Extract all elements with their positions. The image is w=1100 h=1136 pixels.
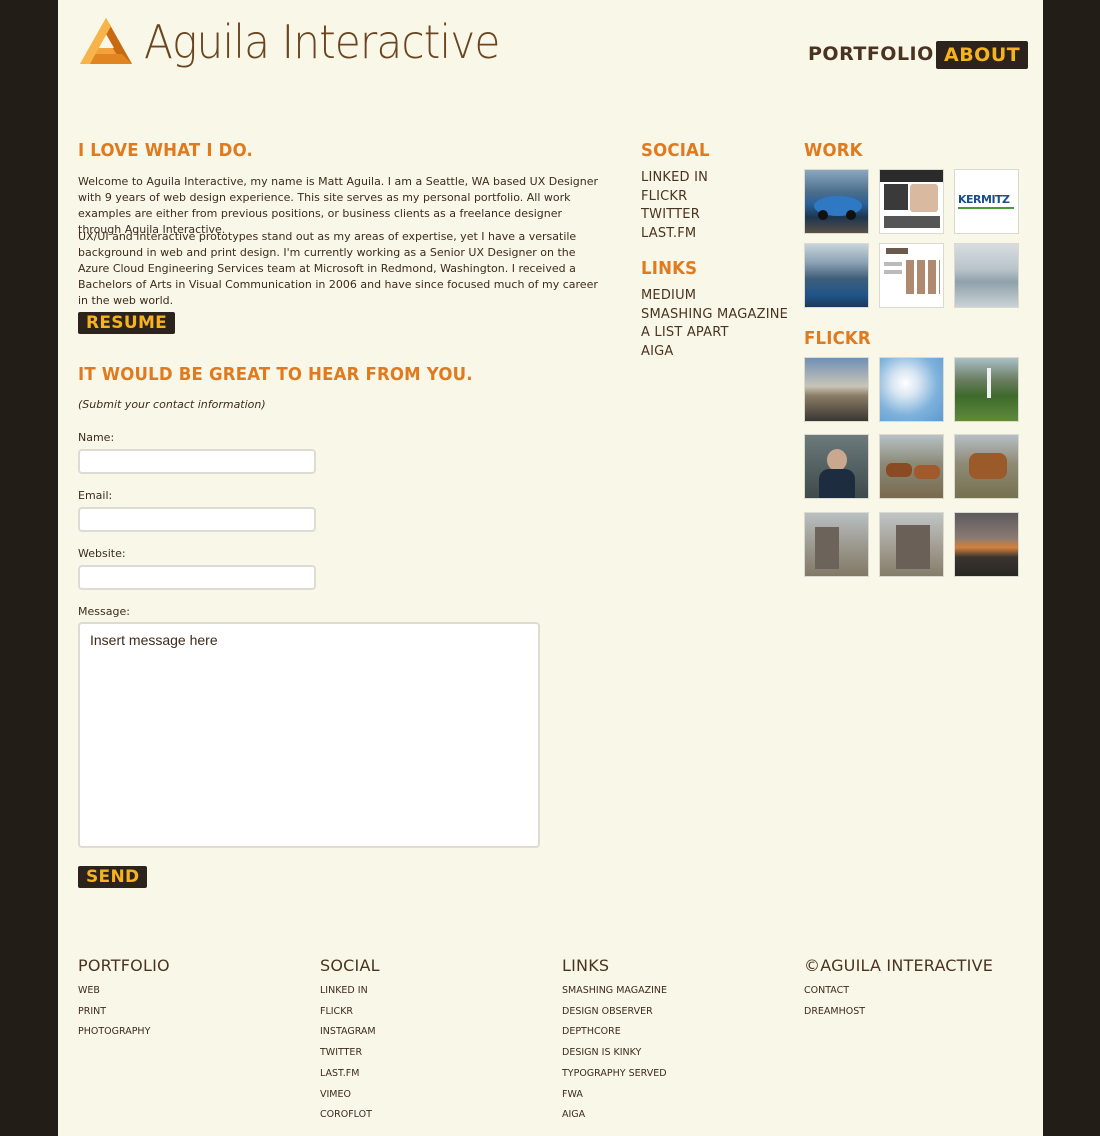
message-label: Message: <box>78 605 130 618</box>
link-smashing-magazine[interactable]: SMASHING MAGAZINE <box>641 306 788 325</box>
footer-social-list: LINKED IN FLICKR INSTAGRAM TWITTER LAST.… <box>320 981 376 1126</box>
logo[interactable]: Aguila Interactive <box>78 16 530 68</box>
footer-copyright-list: CONTACT DREAMHOST <box>804 981 865 1022</box>
footer-link-design-observer[interactable]: DESIGN OBSERVER <box>562 1002 667 1023</box>
work-thumb-kermitz[interactable]: KERMITZ <box>954 169 1019 234</box>
social-heading: SOCIAL <box>641 140 710 161</box>
link-medium[interactable]: MEDIUM <box>641 287 788 306</box>
name-field[interactable] <box>78 449 316 474</box>
flickr-heading: FLICKR <box>804 328 871 349</box>
footer-social-heading: SOCIAL <box>320 956 380 975</box>
name-label: Name: <box>78 431 115 444</box>
footer-link-smashing-magazine[interactable]: SMASHING MAGAZINE <box>562 981 667 1002</box>
message-textarea[interactable]: Insert message here <box>78 622 540 848</box>
social-link-flickr[interactable]: FLICKR <box>641 188 708 207</box>
footer-link-aiga[interactable]: AIGA <box>562 1105 667 1126</box>
social-link-linkedin[interactable]: LINKED IN <box>641 169 708 188</box>
footer-link-twitter[interactable]: TWITTER <box>320 1043 376 1064</box>
work-thumb-car[interactable] <box>804 169 869 234</box>
page: Aguila Interactive PORTFOLIO ABOUT I LOV… <box>58 0 1043 1136</box>
social-link-twitter[interactable]: TWITTER <box>641 206 708 225</box>
footer-portfolio-list: WEB PRINT PHOTOGRAPHY <box>78 981 150 1043</box>
links-list: MEDIUM SMASHING MAGAZINE A LIST APART AI… <box>641 287 788 361</box>
work-thumb-grid-site[interactable] <box>879 243 944 308</box>
aguila-logo-icon <box>80 18 132 64</box>
social-list: LINKED IN FLICKR TWITTER LAST.FM <box>641 169 708 243</box>
footer-portfolio-heading: PORTFOLIO <box>78 956 170 975</box>
footer-link-instagram[interactable]: INSTAGRAM <box>320 1022 376 1043</box>
footer-links-heading: LINKS <box>562 956 610 975</box>
flickr-thumb-horse[interactable] <box>954 434 1019 499</box>
work-thumb-glacier[interactable] <box>804 243 869 308</box>
nav-portfolio[interactable]: PORTFOLIO <box>808 43 934 65</box>
contact-heading: IT WOULD BE GREAT TO HEAR FROM YOU. <box>78 364 473 385</box>
nav-about[interactable]: ABOUT <box>936 41 1029 69</box>
send-button[interactable]: SEND <box>78 866 148 888</box>
footer-link-vimeo[interactable]: VIMEO <box>320 1085 376 1106</box>
email-field[interactable] <box>78 507 316 532</box>
link-a-list-apart[interactable]: A LIST APART <box>641 324 788 343</box>
website-field[interactable] <box>78 565 316 590</box>
flickr-thumb-sunset[interactable] <box>954 512 1019 577</box>
footer-link-coroflot[interactable]: COROFLOT <box>320 1105 376 1126</box>
resume-button[interactable]: RESUME <box>78 312 176 334</box>
work-thumb-iceberg[interactable] <box>954 243 1019 308</box>
footer-link-typography-served[interactable]: TYPOGRAPHY SERVED <box>562 1064 667 1085</box>
kermitz-logo: KERMITZ <box>958 193 1010 206</box>
flickr-thumb-horses[interactable] <box>879 434 944 499</box>
flickr-thumb-road[interactable] <box>804 357 869 422</box>
social-link-lastfm[interactable]: LAST.FM <box>641 225 708 244</box>
footer-link-print[interactable]: PRINT <box>78 1002 150 1023</box>
footer-link-web[interactable]: WEB <box>78 981 150 1002</box>
footer-link-photography[interactable]: PHOTOGRAPHY <box>78 1022 150 1043</box>
footer-links-list: SMASHING MAGAZINE DESIGN OBSERVER DEPTHC… <box>562 981 667 1126</box>
flickr-thumb-clouds[interactable] <box>879 357 944 422</box>
about-paragraph-2: UX/UI and interactive prototypes stand o… <box>78 230 598 307</box>
website-label: Website: <box>78 547 126 560</box>
footer-copyright-heading: ©AGUILA INTERACTIVE <box>804 956 994 975</box>
footer-link-design-is-kinky[interactable]: DESIGN IS KINKY <box>562 1043 667 1064</box>
footer-link-contact[interactable]: CONTACT <box>804 981 865 1002</box>
footer-link-depthcore[interactable]: DEPTHCORE <box>562 1022 667 1043</box>
work-heading: WORK <box>804 140 863 161</box>
contact-note: (Submit your contact information) <box>78 398 266 411</box>
brand-name: Aguila Interactive <box>144 15 500 69</box>
footer-link-fwa[interactable]: FWA <box>562 1085 667 1106</box>
flickr-thumb-portrait[interactable] <box>804 434 869 499</box>
car-image-icon <box>814 196 862 220</box>
link-aiga[interactable]: AIGA <box>641 343 788 362</box>
flickr-thumb-ruin-1[interactable] <box>804 512 869 577</box>
footer-link-lastfm[interactable]: LAST.FM <box>320 1064 376 1085</box>
footer-link-flickr[interactable]: FLICKR <box>320 1002 376 1023</box>
flickr-thumb-waterfall[interactable] <box>954 357 1019 422</box>
footer-link-linkedin[interactable]: LINKED IN <box>320 981 376 1002</box>
about-heading: I LOVE WHAT I DO. <box>78 140 253 161</box>
footer-link-dreamhost[interactable]: DREAMHOST <box>804 1002 865 1023</box>
work-thumb-portrait-site[interactable] <box>879 169 944 234</box>
email-label: Email: <box>78 489 113 502</box>
links-heading: LINKS <box>641 258 698 279</box>
flickr-thumb-ruin-2[interactable] <box>879 512 944 577</box>
